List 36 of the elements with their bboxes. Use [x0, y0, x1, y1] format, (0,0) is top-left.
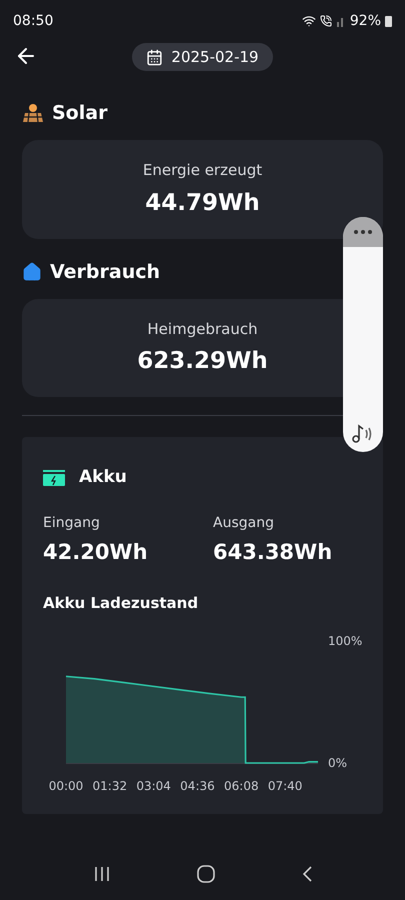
recent-apps-icon[interactable] — [92, 866, 110, 882]
section-title: Verbrauch — [50, 260, 160, 285]
back-nav-icon[interactable] — [300, 865, 312, 883]
battery-icon — [385, 15, 392, 27]
x-tick-label: 06:08 — [224, 778, 259, 792]
home-button-icon[interactable] — [196, 864, 216, 884]
y-tick-label: 0% — [328, 756, 348, 770]
x-tick-label: 01:32 — [92, 778, 128, 792]
section-title: Akku — [79, 466, 127, 489]
date-label: 2025-02-19 — [171, 46, 259, 68]
metric-label: Energie erzeugt — [142, 160, 262, 181]
x-tick-label: 04:36 — [180, 778, 215, 792]
stat-value: 42.20Wh — [43, 538, 149, 566]
calendar-icon — [146, 48, 164, 66]
home-icon — [22, 262, 42, 282]
wifi-icon — [302, 14, 316, 28]
date-chip[interactable]: 2025-02-19 — [132, 43, 273, 71]
stat-label: Ausgang — [213, 514, 275, 532]
stat-value: 643.38Wh — [213, 538, 334, 566]
y-tick-label: 100% — [328, 634, 362, 648]
chart-title: Akku Ladezustand — [43, 593, 200, 614]
signal-icon — [336, 15, 346, 27]
battery-icon — [43, 470, 65, 486]
floating-widget[interactable] — [343, 217, 383, 452]
stat-label: Eingang — [43, 514, 101, 532]
battery-percent: 92% — [350, 12, 381, 30]
x-tick-label: 07:40 — [268, 778, 302, 792]
metric-value: 623.29Wh — [137, 347, 268, 376]
section-title: Solar — [52, 100, 108, 126]
metric-value: 44.79Wh — [145, 188, 260, 218]
call-icon — [320, 15, 332, 27]
x-tick-label: 03:04 — [136, 778, 171, 792]
status-time: 08:50 — [13, 12, 54, 30]
x-tick-label: 00:00 — [48, 778, 84, 792]
solar-panel-icon — [22, 103, 44, 123]
metric-label: Heimgebrauch — [147, 318, 258, 340]
